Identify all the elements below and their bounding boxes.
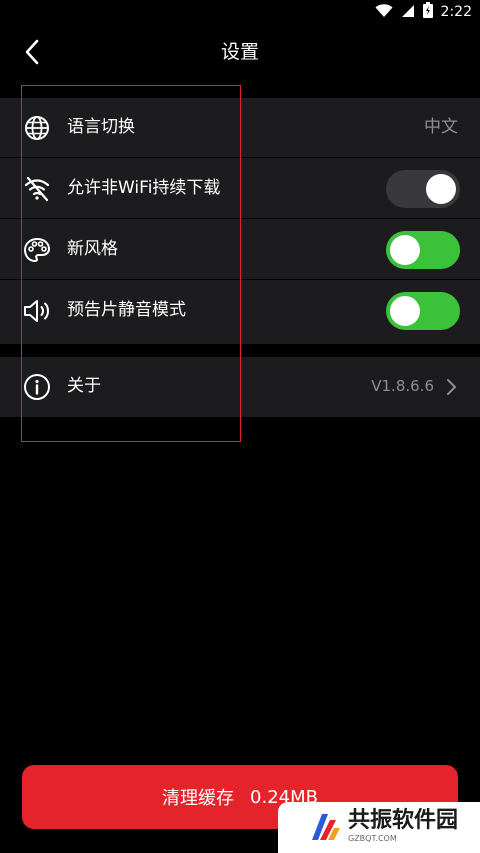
watermark-subtext: GZBQT.COM: [348, 834, 397, 843]
trailer-mute-toggle[interactable]: [386, 292, 460, 330]
row-divider: [0, 157, 480, 158]
settings-group-main: 语言切换 中文 允许非WiFi持续下载 新风格 预告片静音模式: [0, 98, 480, 344]
palette-icon: [22, 235, 52, 265]
info-icon: [22, 372, 52, 402]
status-time: 2:22: [440, 4, 472, 20]
nav-bar: 设置: [0, 24, 480, 84]
row-divider: [0, 279, 480, 280]
battery-icon: [422, 2, 433, 22]
setting-label-trailer-mute: 预告片静音模式: [67, 300, 186, 320]
row-divider: [0, 218, 480, 219]
cell-signal-icon: [401, 3, 415, 22]
globe-icon: [22, 113, 52, 143]
setting-value-language: 中文: [424, 117, 458, 137]
toggle-knob: [390, 296, 420, 326]
setting-label-wifi-download: 允许非WiFi持续下载: [67, 178, 221, 198]
new-style-toggle[interactable]: [386, 231, 460, 269]
chevron-right-icon: [444, 377, 458, 397]
speaker-icon: [22, 296, 52, 326]
setting-row-about[interactable]: 关于 V1.8.6.6: [0, 357, 480, 417]
wifi-off-icon: [22, 174, 52, 204]
page-title: 设置: [220, 41, 259, 63]
setting-label-new-style: 新风格: [67, 239, 118, 259]
wifi-download-toggle[interactable]: [386, 170, 460, 208]
setting-row-wifi-download: 允许非WiFi持续下载: [0, 159, 480, 219]
status-icons: 2:22: [375, 2, 472, 22]
app-version: V1.8.6.6: [371, 377, 434, 395]
setting-row-trailer-mute: 预告片静音模式: [0, 281, 480, 341]
setting-row-language[interactable]: 语言切换 中文: [0, 98, 480, 158]
watermark-text: 共振软件园: [348, 808, 459, 833]
clear-cache-label: 清理缓存: [162, 788, 235, 809]
watermark: 共振软件园 GZBQT.COM: [278, 802, 480, 853]
setting-row-new-style: 新风格: [0, 220, 480, 280]
status-bar: 2:22: [0, 0, 480, 24]
watermark-logo-icon: [306, 810, 342, 844]
wifi-signal-icon: [375, 3, 393, 22]
setting-label-about: 关于: [67, 376, 101, 396]
toggle-knob: [426, 174, 456, 204]
toggle-knob: [390, 235, 420, 265]
settings-group-about: 关于 V1.8.6.6: [0, 357, 480, 417]
setting-label-language: 语言切换: [67, 117, 135, 137]
